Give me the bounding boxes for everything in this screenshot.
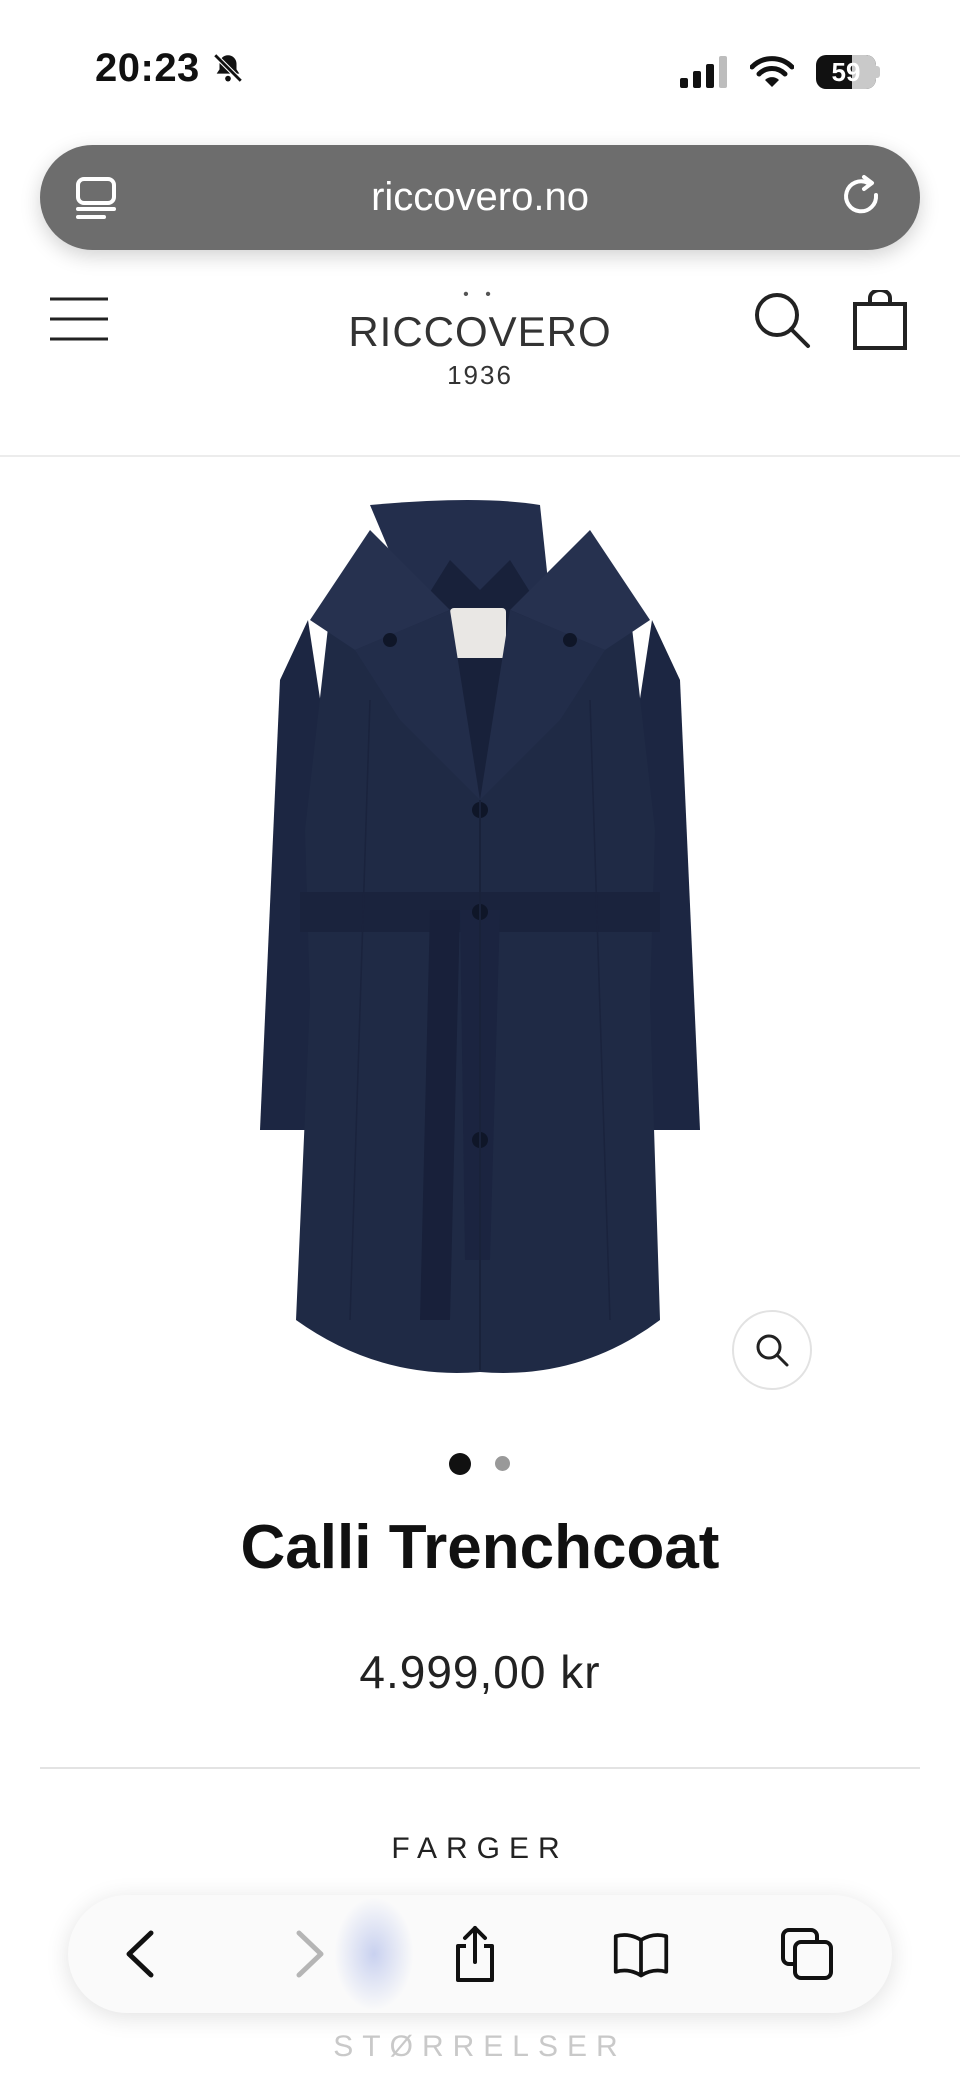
book-icon (613, 1933, 669, 1978)
zoom-button[interactable] (732, 1310, 812, 1390)
product-title: Calli Trenchcoat (240, 1513, 720, 1582)
logo-year: 1936 (447, 360, 513, 390)
logo-name: RICCOVERO (348, 308, 612, 355)
battery-indicator: 59 (816, 55, 876, 89)
product-image-trenchcoat[interactable] (250, 500, 710, 1380)
zoom-icon (756, 1334, 789, 1367)
url-text[interactable]: riccovero.no (40, 145, 920, 250)
forward-button[interactable] (280, 1925, 338, 1983)
shopping-bag-icon[interactable] (852, 290, 908, 350)
bookmarks-button[interactable] (612, 1925, 670, 1983)
share-icon (456, 1926, 494, 1982)
tabs-button[interactable] (778, 1925, 836, 1983)
colors-label: FARGER (391, 1832, 569, 1865)
back-button[interactable] (112, 1925, 170, 1983)
header-divider (0, 455, 960, 457)
cellular-signal-icon (680, 56, 727, 88)
reload-icon[interactable] (838, 173, 886, 221)
gallery-dot-2[interactable] (495, 1456, 510, 1471)
search-icon[interactable] (752, 290, 812, 350)
chevron-right-icon (296, 1930, 324, 1978)
logo-mark: • • (463, 286, 497, 303)
tabs-icon (781, 1928, 833, 1980)
browser-toolbar (68, 1895, 892, 2013)
status-indicators: 59 (680, 52, 880, 92)
silent-bell-icon (213, 53, 243, 83)
hamburger-menu-icon[interactable] (48, 296, 110, 342)
wifi-icon (750, 56, 794, 87)
sizes-label: STØRRELSER (333, 2030, 627, 2063)
site-logo[interactable]: • • RICCOVERO 1936 (300, 286, 660, 391)
gallery-dot-1-active[interactable] (449, 1453, 471, 1475)
battery-level: 59 (831, 56, 861, 87)
status-time: 20:23 (95, 46, 245, 91)
content-divider (40, 1767, 920, 1769)
share-button[interactable] (446, 1925, 504, 1983)
chevron-left-icon (126, 1930, 154, 1978)
product-price: 4.999,00 kr (359, 1646, 601, 1698)
address-bar[interactable]: riccovero.no (40, 145, 920, 250)
